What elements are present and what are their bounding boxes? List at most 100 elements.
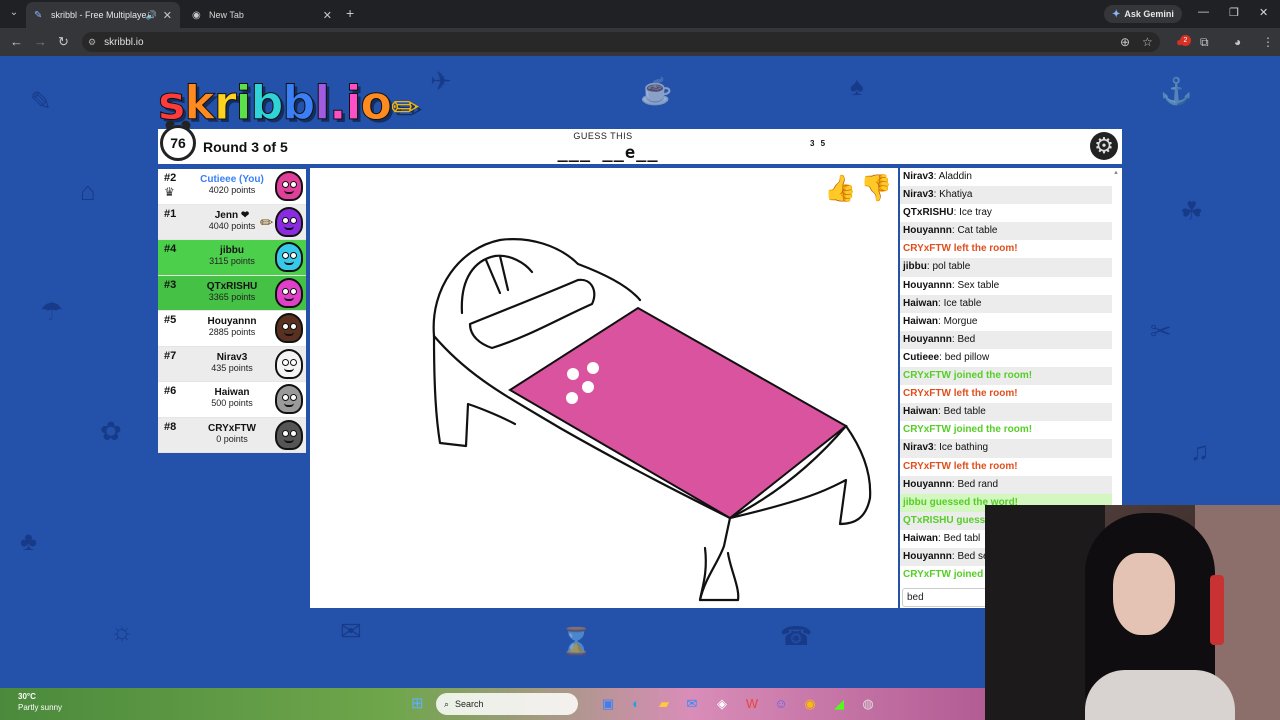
player-rank: #7 <box>164 349 177 362</box>
bookmark-star-icon[interactable]: ☆ <box>1142 34 1153 50</box>
player-name: QTxRISHU <box>206 280 258 292</box>
drawing-pencil-icon: ✏ <box>260 214 274 232</box>
chat-message: CRYxFTW joined the room! <box>900 367 1112 386</box>
chat-text: Morgue <box>943 315 978 327</box>
player-points: 435 points <box>211 362 253 373</box>
chat-message: CRYxFTW left the room! <box>900 458 1112 476</box>
chat-username: Houyannn <box>903 225 952 237</box>
chat-username: Cutieee <box>903 351 940 363</box>
windows-start-icon[interactable]: ⊞ <box>411 696 427 712</box>
wps-icon[interactable]: W <box>744 696 760 712</box>
app-icon[interactable]: ◍ <box>860 696 876 712</box>
doodle-icon: ⚓ <box>1160 76 1193 106</box>
tab-list-chevron-icon[interactable]: ⌄ <box>6 5 22 21</box>
chat-message: Cutieee: bed pillow <box>903 351 990 363</box>
ask-gemini-button[interactable]: ✦ Ask Gemini <box>1104 5 1182 23</box>
tab-close-icon[interactable]: ✕ <box>163 9 172 22</box>
mail-icon[interactable]: ✉ <box>684 696 700 712</box>
file-explorer-icon[interactable]: ▰ <box>656 696 672 712</box>
chat-message: Nirav3: Aladdin <box>903 171 972 182</box>
word-lengths: 3 5 <box>810 139 828 148</box>
bed-front-leg <box>432 334 517 448</box>
weather-temp: 30°C <box>18 692 36 701</box>
reload-icon[interactable]: ↻ <box>58 34 69 50</box>
site-info-icon[interactable]: ⚙ <box>88 37 96 48</box>
player-row[interactable]: #1 Jenn ❤ 4040 points ✏ <box>158 204 306 240</box>
doodle-icon: ⌂ <box>80 176 96 206</box>
zoom-icon[interactable]: ⊕ <box>1120 34 1130 50</box>
bed-pillow <box>468 278 596 350</box>
tab-close-icon[interactable]: ✕ <box>323 9 332 22</box>
tab-new-tab[interactable]: ◉ New Tab ✕ <box>184 2 340 28</box>
forward-arrow-icon[interactable]: → <box>34 34 47 50</box>
chat-username: Houyannn <box>903 550 952 562</box>
minimize-icon[interactable]: — <box>1198 6 1209 18</box>
restore-icon[interactable]: ❐ <box>1229 6 1239 19</box>
more-menu-icon[interactable]: ⋮ <box>1262 34 1274 50</box>
player-rank: #5 <box>164 314 177 326</box>
chat-username: Houyannn <box>903 333 952 345</box>
thumbs-down-icon[interactable]: 👍 <box>860 172 892 204</box>
webcam-microphone <box>1210 575 1224 645</box>
tab-skribbl[interactable]: ✎ skribbl - Free Multiplayer D 🔊 ✕ <box>26 2 180 28</box>
blanket-dot <box>582 381 594 393</box>
player-rank: #3 <box>164 278 177 291</box>
chat-message: CRYxFTW left the room! <box>900 385 1112 403</box>
doodle-icon: ☕ <box>640 76 673 106</box>
player-points: 500 points <box>211 398 253 408</box>
settings-gear-icon[interactable]: ⚙ <box>1090 132 1118 160</box>
chat-username: Haiwan <box>903 406 939 418</box>
chat-text: CRYxFTW joined the room! <box>903 370 1033 382</box>
chat-message: Haiwan: Morgue <box>903 315 978 327</box>
doodle-icon: ✉ <box>340 616 362 646</box>
doodle-icon: ⌛ <box>560 626 593 656</box>
player-row[interactable]: #3 QTxRISHU 3365 points <box>158 275 306 311</box>
new-tab-plus-icon[interactable]: + <box>346 5 354 21</box>
chat-username: Nirav3 <box>903 189 934 201</box>
chrome-icon[interactable]: ◉ <box>802 696 818 712</box>
player-avatar <box>275 313 303 343</box>
profile-avatar-icon[interactable]: ◕ <box>1234 34 1241 50</box>
player-points: 3115 points <box>209 256 255 266</box>
drawing-canvas[interactable]: 👍 👍 <box>310 168 898 608</box>
player-rank: #6 <box>164 385 177 397</box>
url-text: skribbl.io <box>104 36 144 48</box>
discord-icon[interactable]: ☺ <box>773 696 789 712</box>
thumbs-up-icon[interactable]: 👍 <box>824 172 856 204</box>
address-bar[interactable]: ⚙ skribbl.io <box>82 32 1160 52</box>
chat-message: CRYxFTW joined the room! <box>900 421 1112 439</box>
player-points: 2885 points <box>208 327 256 337</box>
bed-headboard-slats <box>484 254 510 295</box>
weather-widget[interactable]: 30°C Partly sunny <box>18 691 62 713</box>
player-row[interactable]: #7 Nirav3 435 points <box>158 346 306 382</box>
chat-username: Haiwan <box>903 532 939 544</box>
browser-toolbar: ← → ↻ ⚙ skribbl.io ⊕ ☆ ● ⧉ ◕ ⋮ <box>0 28 1280 56</box>
player-row[interactable]: #5 Houyannn 2885 points <box>158 311 306 347</box>
player-rank: #1 <box>164 207 177 220</box>
doodle-icon: ☎ <box>780 621 813 651</box>
taskbar-search[interactable]: ⌕ Search <box>436 693 578 715</box>
scroll-up-arrow-icon[interactable]: ▲ <box>1113 170 1119 176</box>
store-icon[interactable]: ◈ <box>714 696 730 712</box>
chat-username: jibbu <box>903 261 927 273</box>
player-avatar <box>275 348 303 379</box>
obs-icon[interactable]: ◢ <box>831 696 847 712</box>
chat-message: Houyannn: Sex table <box>903 279 1000 291</box>
chat-message: QTxRISHU: Ice tray <box>903 207 992 219</box>
word-hint: ___ __e__ <box>557 143 659 163</box>
player-row[interactable]: #6 Haiwan 500 points <box>158 382 306 418</box>
player-row[interactable]: #4 jibbu 3115 points <box>158 240 306 276</box>
doodle-icon: ☼ <box>110 616 134 646</box>
taskbar-search-label: Search <box>455 699 484 709</box>
edge-icon[interactable]: ◐ <box>628 696 644 712</box>
chat-username: Houyannn <box>903 279 952 291</box>
back-arrow-icon[interactable]: ← <box>10 34 23 50</box>
audio-playing-icon[interactable]: 🔊 <box>146 10 157 21</box>
player-row[interactable]: #8 CRYxFTW 0 points <box>158 417 306 453</box>
task-view-icon[interactable]: ▣ <box>600 696 616 712</box>
close-window-icon[interactable]: ✕ <box>1259 6 1268 19</box>
player-name: Haiwan <box>214 387 250 398</box>
player-avatar <box>275 384 303 414</box>
player-row[interactable]: #2 ♛ Cutieee (You) 4020 points <box>158 169 306 205</box>
extensions-puzzle-icon[interactable]: ⧉ <box>1200 34 1209 50</box>
